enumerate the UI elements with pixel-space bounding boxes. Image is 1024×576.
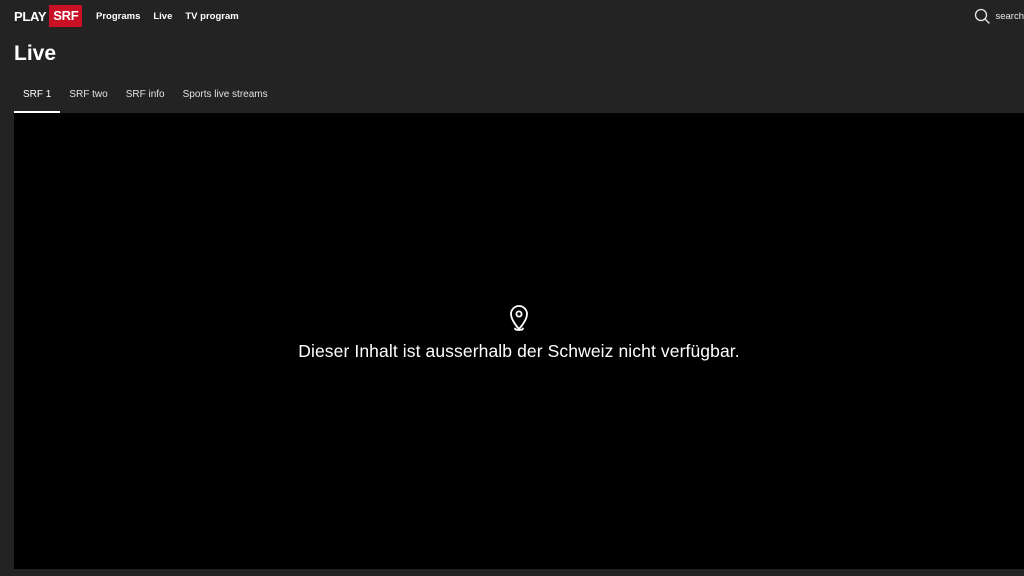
tab-sports-live-streams[interactable]: Sports live streams xyxy=(174,84,277,113)
page: PLAY SRF Programs Live TV program search… xyxy=(0,0,1024,576)
play-srf-logo[interactable]: PLAY SRF xyxy=(14,5,83,27)
top-bar: PLAY SRF Programs Live TV program search xyxy=(0,0,1024,32)
nav-tv-program[interactable]: TV program xyxy=(185,11,238,22)
unavailable-message: Dieser Inhalt ist ausserhalb der Schweiz… xyxy=(298,341,740,361)
geoblock-message: Dieser Inhalt ist ausserhalb der Schweiz… xyxy=(14,303,1024,362)
channel-tabs: SRF 1 SRF two SRF info Sports live strea… xyxy=(14,84,277,113)
search-button[interactable]: search xyxy=(974,6,1024,26)
page-title: Live xyxy=(14,42,57,65)
main-navigation: Programs Live TV program xyxy=(96,0,252,32)
logo-srf-badge: SRF xyxy=(49,5,83,27)
nav-live[interactable]: Live xyxy=(153,11,172,22)
location-pin-icon xyxy=(510,305,528,331)
search-icon xyxy=(975,8,991,24)
tab-srf-1[interactable]: SRF 1 xyxy=(14,84,61,113)
tab-srf-two[interactable]: SRF two xyxy=(60,84,116,113)
nav-programs[interactable]: Programs xyxy=(96,11,140,22)
search-label: search xyxy=(995,10,1024,22)
video-player[interactable]: Dieser Inhalt ist ausserhalb der Schweiz… xyxy=(14,113,1024,569)
tab-srf-info[interactable]: SRF info xyxy=(117,84,174,113)
logo-play-text: PLAY xyxy=(14,8,47,24)
